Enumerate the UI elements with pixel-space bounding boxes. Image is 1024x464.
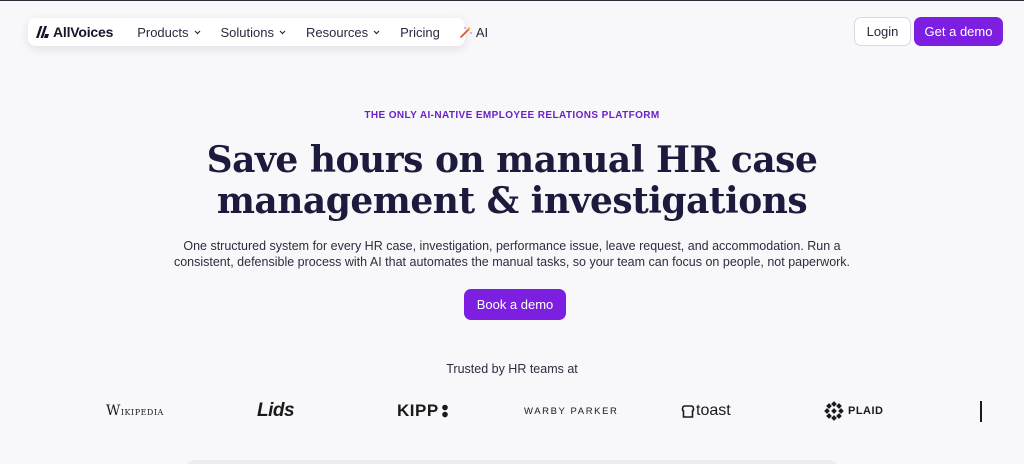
toast-bread-icon <box>681 404 695 418</box>
plaid-pattern-icon <box>824 401 844 421</box>
nav-item-products[interactable]: Products <box>137 25 200 40</box>
kipp-dots-icon <box>441 404 448 418</box>
get-a-demo-button[interactable]: Get a demo <box>914 17 1003 46</box>
trusted-by-label: Trusted by HR teams at <box>446 362 578 376</box>
nav-item-label: Pricing <box>400 24 440 40</box>
plaid-logo-text: PLAID <box>848 405 884 417</box>
hero-headline: Save hours on manual HR case management … <box>0 140 1024 222</box>
nav-item-label: AI <box>475 24 489 40</box>
nav-item-ai[interactable]: AI <box>460 25 488 40</box>
hero-description: One structured system for every HR case,… <box>0 238 1024 270</box>
toast-logo-text: toast <box>696 402 731 419</box>
hero-headline-line-1: Save hours on manual HR case <box>206 139 818 181</box>
nav-item-label: Resources <box>306 24 369 40</box>
nav-item-solutions[interactable]: Solutions <box>221 25 286 40</box>
nav-item-pricing[interactable]: Pricing <box>400 25 440 40</box>
nav-item-label: Solutions <box>220 24 274 40</box>
warby-parker-logo: WARBY PARKER <box>524 400 619 422</box>
nav-item-resources[interactable]: Resources <box>306 25 380 40</box>
brand-logo[interactable]: AllVoices <box>36 24 113 40</box>
warby-parker-logo-text: WARBY PARKER <box>524 405 619 417</box>
magic-wand-icon <box>460 26 472 38</box>
main-nav: AllVoices Products Solutions Resources P… <box>28 18 488 46</box>
book-a-demo-button[interactable]: Book a demo <box>464 289 566 320</box>
wikipedia-logo: Wikipedia <box>106 403 164 419</box>
chevron-down-icon <box>194 30 200 34</box>
brand-name: AllVoices <box>53 24 114 40</box>
lids-logo-text: Lids <box>257 400 295 421</box>
window-top-border <box>0 0 1024 1</box>
nav-item-label: Products <box>137 24 189 40</box>
hero-description-line-2: consistent, defensible process with AI t… <box>173 255 851 269</box>
lids-logo: Lids <box>257 400 295 422</box>
allvoices-logo-icon <box>36 26 49 38</box>
kipp-logo: KIPP <box>397 400 449 422</box>
hero-description-line-1: One structured system for every HR case,… <box>183 239 841 253</box>
chevron-down-icon <box>279 30 286 34</box>
hero-headline-line-2: management & investigations <box>216 180 808 222</box>
kipp-logo-text: KIPP <box>397 401 439 420</box>
chevron-down-icon <box>373 30 380 34</box>
product-preview-card <box>186 460 838 464</box>
login-button[interactable]: Login <box>854 17 911 46</box>
hero-eyebrow: THE ONLY AI-NATIVE EMPLOYEE RELATIONS PL… <box>364 110 660 121</box>
toast-logo: toast <box>681 400 731 422</box>
wikipedia-logo-text: ikipedia <box>120 404 164 418</box>
plaid-logo: PLAID <box>824 400 884 422</box>
partial-logo-edge <box>980 401 982 422</box>
